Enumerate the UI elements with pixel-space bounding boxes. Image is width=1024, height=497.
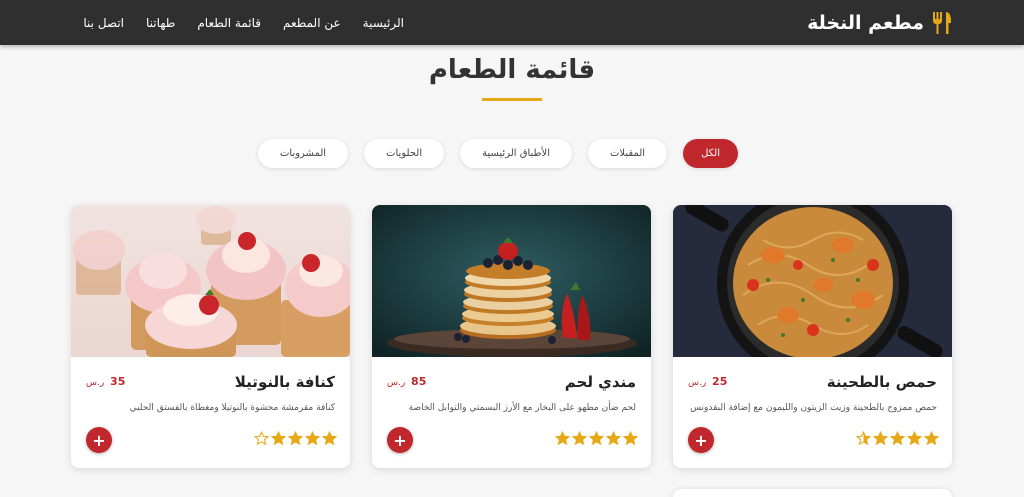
add-to-cart-button[interactable]: + <box>387 427 413 453</box>
utensils-icon <box>930 11 954 35</box>
star-full-icon <box>572 431 587 446</box>
star-full-icon <box>924 431 939 446</box>
dish-image-cupcakes <box>71 205 350 357</box>
star-full-icon <box>873 431 888 446</box>
filter-desserts[interactable]: الحلويات <box>364 139 445 168</box>
nav-menu[interactable]: قائمة الطعام <box>197 16 261 30</box>
category-filters: الكل المقبلات الأطباق الرئيسية الحلويات … <box>257 139 738 168</box>
dish-image-pancakes <box>372 205 651 357</box>
star-full-icon <box>907 431 922 446</box>
star-full-icon <box>589 431 604 446</box>
dish-name: كنافة بالنوتيلا <box>234 373 335 391</box>
rating-stars <box>856 431 939 446</box>
menu-card[interactable]: كنافة بالنوتيلا 35 ر.س كنافة مقرمشة محشو… <box>71 205 350 468</box>
nav-chefs[interactable]: طهاتنا <box>146 16 175 30</box>
star-full-icon <box>271 431 286 446</box>
dish-description: لحم ضأن مطهو على البخار مع الأرز البسمتي… <box>408 403 636 413</box>
star-half-icon <box>856 431 871 446</box>
dish-name: حمص بالطحينة <box>826 373 937 391</box>
menu-card[interactable]: مندي لحم 85 ر.س لحم ضأن مطهو على البخار … <box>372 205 651 468</box>
star-full-icon <box>890 431 905 446</box>
add-to-cart-button[interactable]: + <box>86 427 112 453</box>
title-underline <box>482 98 542 101</box>
nav-home[interactable]: الرئيسية <box>363 16 404 30</box>
rating-stars <box>254 431 337 446</box>
dish-price: 35 ر.س <box>86 375 126 388</box>
star-full-icon <box>305 431 320 446</box>
brand-name: مطعم النخلة <box>807 11 924 34</box>
filter-main-dishes[interactable]: الأطباق الرئيسية <box>460 139 572 168</box>
menu-card[interactable]: حمص بالطحينة 25 ر.س حمص ممزوج بالطحينة و… <box>673 205 952 468</box>
menu-card <box>673 489 952 497</box>
dish-description: حمص ممزوج بالطحينة وزيت الزيتون والليمون… <box>690 403 937 413</box>
add-to-cart-button[interactable]: + <box>688 427 714 453</box>
nav-about[interactable]: عن المطعم <box>283 16 341 30</box>
dish-price: 85 ر.س <box>387 375 427 388</box>
section-title: قائمة الطعام <box>428 55 596 85</box>
star-full-icon <box>288 431 303 446</box>
filter-drinks[interactable]: المشروبات <box>257 139 349 168</box>
dish-price: 25 ر.س <box>688 375 728 388</box>
star-full-icon <box>623 431 638 446</box>
dish-name: مندي لحم <box>564 373 636 391</box>
filter-appetizers[interactable]: المقبلات <box>588 139 668 168</box>
filter-all[interactable]: الكل <box>683 139 738 168</box>
star-full-icon <box>606 431 621 446</box>
brand-logo[interactable]: مطعم النخلة <box>807 0 954 45</box>
star-full-icon <box>555 431 570 446</box>
dish-image-seafood-pasta <box>673 205 952 357</box>
star-empty-icon <box>254 431 269 446</box>
nav-contact[interactable]: اتصل بنا <box>83 16 124 30</box>
star-full-icon <box>322 431 337 446</box>
main-nav: الرئيسية عن المطعم قائمة الطعام طهاتنا ا… <box>83 0 404 45</box>
dish-description: كنافة مقرمشة محشوة بالنوتيلا ومغطاة بالف… <box>129 403 335 413</box>
top-navbar: مطعم النخلة الرئيسية عن المطعم قائمة الط… <box>0 0 1024 45</box>
rating-stars <box>555 431 638 446</box>
